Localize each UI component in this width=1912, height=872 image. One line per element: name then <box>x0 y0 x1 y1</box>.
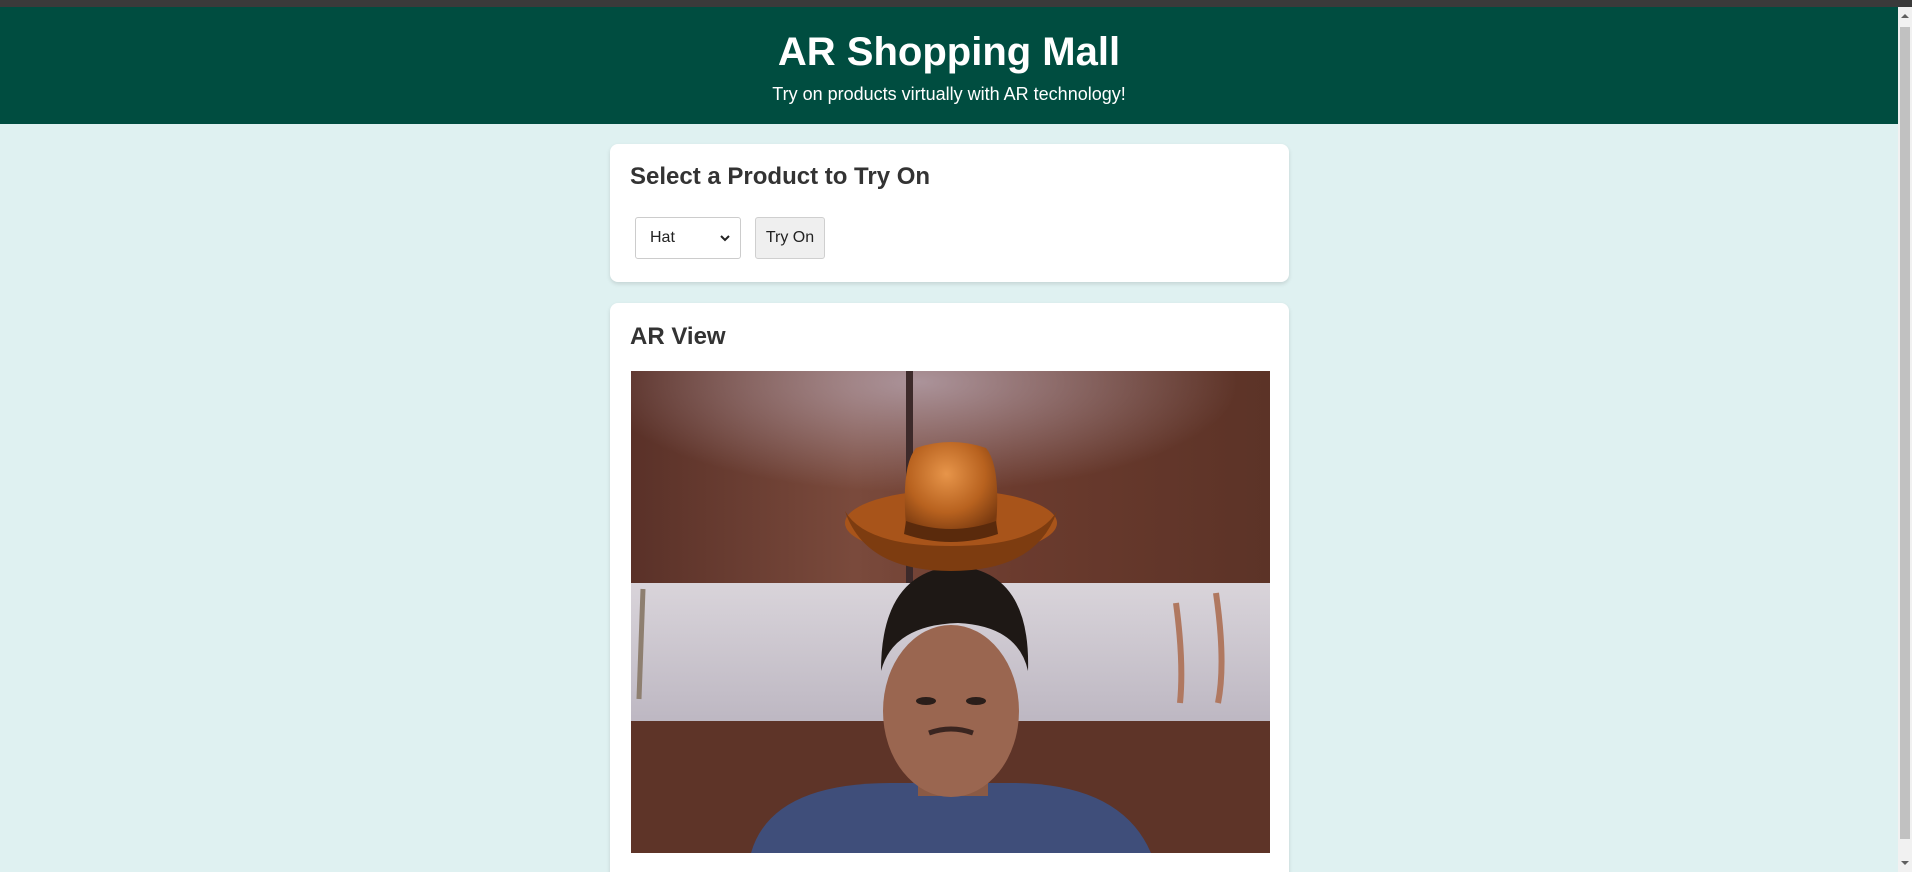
page-header: AR Shopping Mall Try on products virtual… <box>0 7 1898 124</box>
ar-camera-feed <box>631 371 1270 853</box>
scroll-up-arrow-icon[interactable] <box>1900 11 1910 21</box>
product-select[interactable]: Hat <box>635 217 741 259</box>
try-on-button[interactable]: Try On <box>755 217 825 259</box>
product-section-heading: Select a Product to Try On <box>630 163 931 190</box>
chevron-down-icon <box>720 235 730 242</box>
site-title: AR Shopping Mall <box>777 30 1121 74</box>
page-scrollbar[interactable] <box>1898 7 1912 872</box>
product-select-value: Hat <box>650 229 675 246</box>
scroll-down-arrow-icon[interactable] <box>1900 858 1910 868</box>
ar-view-heading: AR View <box>630 323 726 350</box>
camera-frame-image <box>631 371 1270 853</box>
browser-top-edge <box>0 0 1912 7</box>
site-subtitle: Try on products virtually with AR techno… <box>772 84 1126 104</box>
product-selection-card: Select a Product to Try On Hat Try On <box>610 144 1289 282</box>
ar-view-card: AR View <box>610 303 1289 872</box>
scrollbar-thumb[interactable] <box>1900 27 1910 839</box>
